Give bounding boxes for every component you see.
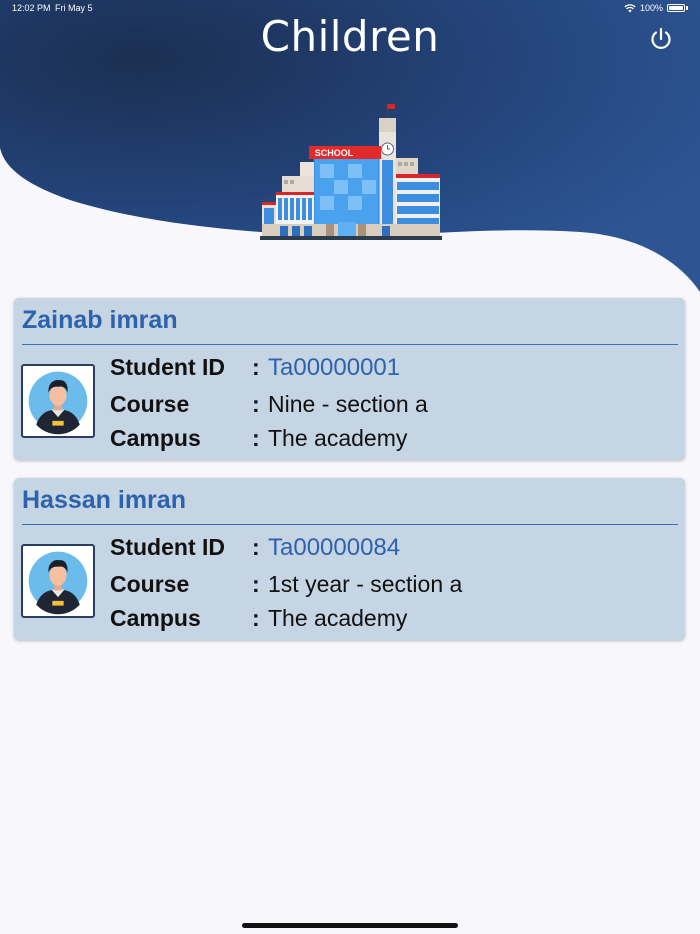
page-title: Children [260,12,440,61]
home-indicator[interactable] [242,923,458,928]
course-value: Nine - section a [268,391,428,417]
school-building-illustration: SCHOOL [260,104,442,240]
student-id-value[interactable]: Ta00000084 [268,534,400,562]
colon: : [252,571,260,597]
colon: : [252,391,260,417]
student-id-value[interactable]: Ta00000001 [268,354,400,382]
student-id-label: Student ID [110,534,225,560]
nav-bar: Children [0,12,700,61]
student-avatar [21,364,95,438]
child-name: Hassan imran [22,486,186,514]
course-label: Course [110,391,190,417]
child-card[interactable]: Hassan imran Student ID : Ta00000084 Cou… [14,478,685,640]
colon: : [252,605,260,631]
course-label: Course [110,571,190,597]
battery-icon [667,4,685,12]
divider [22,344,678,345]
campus-value: The academy [268,605,408,631]
student-id-label: Student ID [110,354,225,380]
colon: : [252,425,260,451]
course-value: 1st year - section a [268,571,463,597]
colon: : [252,534,260,560]
student-avatar [21,544,95,618]
campus-value: The academy [268,425,408,451]
divider [22,524,678,525]
colon: : [252,354,260,380]
campus-label: Campus [110,425,201,451]
power-icon[interactable] [648,26,674,52]
child-name: Zainab imran [22,306,178,334]
battery-nub [686,6,688,10]
child-card[interactable]: Zainab imran Student ID : Ta00000001 Cou… [14,298,685,460]
campus-label: Campus [110,605,201,631]
school-sign-text: SCHOOL [315,148,354,158]
